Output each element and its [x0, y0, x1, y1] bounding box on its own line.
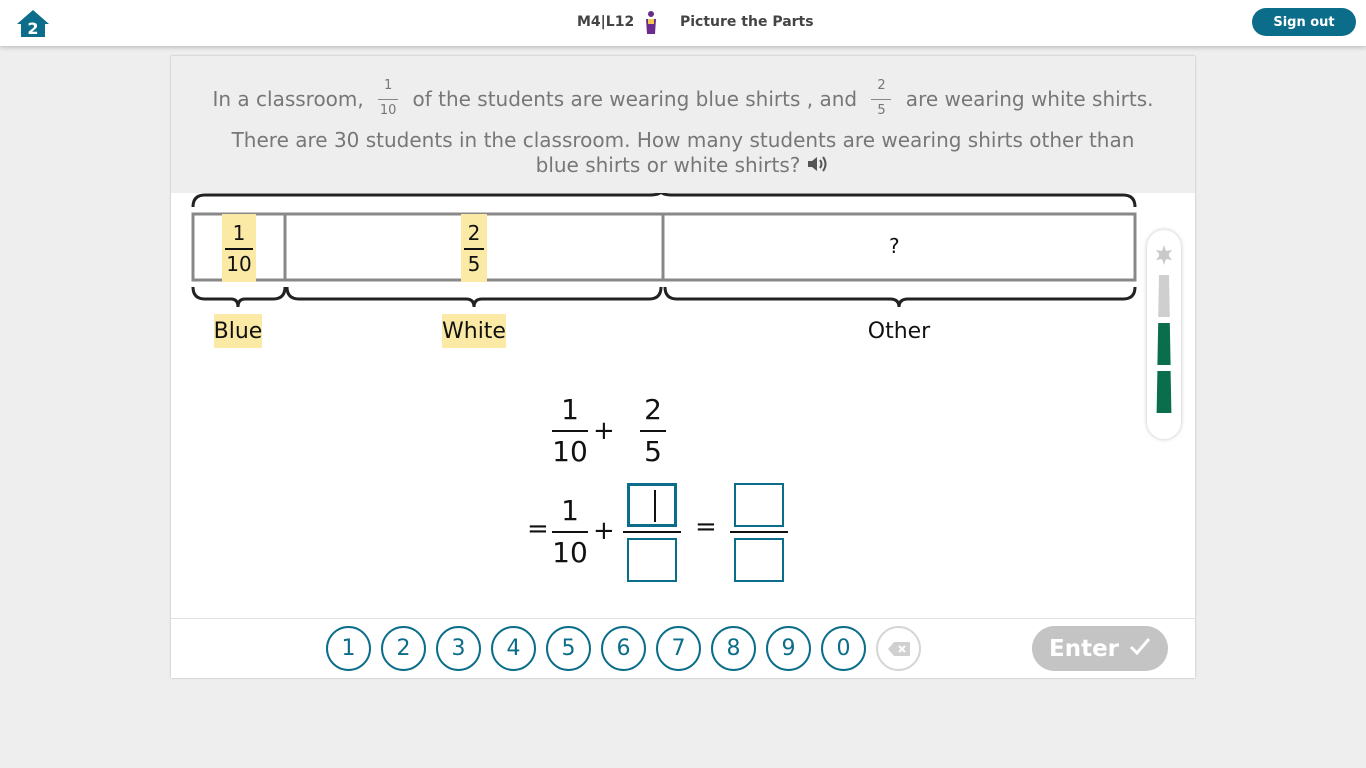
- backspace-icon[interactable]: [876, 626, 921, 671]
- gauge-level-3: [1158, 275, 1170, 317]
- result-numerator-input[interactable]: [734, 483, 784, 527]
- fraction-denominator: 5: [467, 251, 481, 276]
- svg-text:2: 2: [27, 19, 38, 38]
- top-bar: 2 M4|L12 Picture the Parts Sign out: [0, 0, 1366, 46]
- keypad-divider: [171, 618, 1195, 619]
- problem-prompt: In a classroom, 1 10 of the students are…: [171, 56, 1195, 193]
- text-cursor: [654, 490, 656, 522]
- tape-fraction-white: 2 5: [461, 214, 487, 282]
- label-other: Other: [867, 318, 931, 344]
- fraction-numerator: 1: [383, 78, 393, 93]
- label-blue: Blue: [214, 314, 262, 348]
- home-icon[interactable]: 2: [15, 8, 51, 38]
- eq1-fraction-a: 1 10: [552, 392, 588, 470]
- speaker-icon[interactable]: [806, 154, 830, 174]
- tape-unknown: ?: [889, 234, 900, 258]
- enter-button[interactable]: Enter: [1032, 626, 1168, 671]
- prompt-text-part2: of the students are wearing blue shirts …: [406, 86, 864, 111]
- keypad-key-1[interactable]: 1: [326, 626, 371, 671]
- fraction-numerator: 2: [644, 393, 662, 426]
- keypad-key-8[interactable]: 8: [711, 626, 756, 671]
- keypad-key-7[interactable]: 7: [656, 626, 701, 671]
- fraction-denominator: 10: [552, 435, 588, 468]
- gauge-level-1: [1156, 371, 1172, 413]
- prompt-fraction-blue: 1 10: [378, 78, 399, 119]
- prompt-line-2: There are 30 students in the classroom. …: [211, 128, 1155, 178]
- eq2-plus: +: [593, 516, 615, 546]
- star-icon: [1156, 245, 1172, 265]
- keypad-key-0[interactable]: 0: [821, 626, 866, 671]
- keypad-key-2[interactable]: 2: [381, 626, 426, 671]
- student-figure-icon: [642, 10, 660, 36]
- fraction-numerator: 2: [877, 78, 886, 93]
- brace-white: [285, 286, 663, 308]
- brace-other: [663, 286, 1137, 308]
- keypad-key-5[interactable]: 5: [546, 626, 591, 671]
- keypad-key-4[interactable]: 4: [491, 626, 536, 671]
- prompt-line-1: In a classroom, 1 10 of the students are…: [171, 78, 1195, 119]
- problem-panel: In a classroom, 1 10 of the students are…: [171, 56, 1195, 678]
- fraction-numerator: 1: [561, 393, 579, 426]
- eq2-equals-left: =: [527, 514, 549, 544]
- enter-label: Enter: [1048, 635, 1120, 662]
- lesson-title: Picture the Parts: [680, 14, 814, 30]
- label-white: White: [442, 314, 506, 348]
- keypad-key-6[interactable]: 6: [601, 626, 646, 671]
- fraction-denominator: 10: [226, 251, 252, 276]
- sign-out-button[interactable]: Sign out: [1252, 8, 1356, 36]
- result-denominator-input[interactable]: [734, 538, 784, 582]
- eq1-plus: +: [593, 416, 615, 446]
- answer-numerator-input[interactable]: [627, 483, 677, 527]
- checkmark-icon: [1129, 636, 1151, 662]
- fraction-denominator: 10: [552, 536, 588, 569]
- prompt-question: There are 30 students in the classroom. …: [231, 128, 1135, 177]
- fraction-bar: [730, 531, 788, 533]
- fraction-denominator: 10: [379, 103, 397, 118]
- gauge-graphic: [1156, 245, 1172, 413]
- tape-fraction-blue: 1 10: [222, 214, 256, 282]
- keypad-key-9[interactable]: 9: [766, 626, 811, 671]
- keypad-key-3[interactable]: 3: [436, 626, 481, 671]
- tape-diagram: [191, 193, 1137, 308]
- answer-denominator-input[interactable]: [627, 538, 677, 582]
- eq2-equals-right: =: [695, 512, 717, 542]
- fraction-denominator: 5: [877, 103, 886, 118]
- fraction-numerator: 2: [467, 220, 481, 245]
- eq1-fraction-b: 2 5: [640, 392, 666, 470]
- fraction-numerator: 1: [232, 220, 246, 245]
- eq2-fraction-a: 1 10: [552, 493, 588, 571]
- prompt-fraction-white: 2 5: [871, 78, 892, 119]
- fraction-denominator: 5: [644, 435, 662, 468]
- fraction-numerator: 1: [561, 494, 579, 527]
- fraction-bar: [623, 531, 681, 533]
- lesson-code: M4|L12: [577, 14, 635, 30]
- prompt-text-part3: are wearing white shirts.: [899, 86, 1154, 111]
- brace-blue: [191, 286, 287, 308]
- gauge-level-2: [1157, 323, 1171, 365]
- prompt-text-part1: In a classroom,: [212, 86, 371, 111]
- top-brace: [191, 193, 1137, 208]
- progress-gauge: [1147, 230, 1181, 439]
